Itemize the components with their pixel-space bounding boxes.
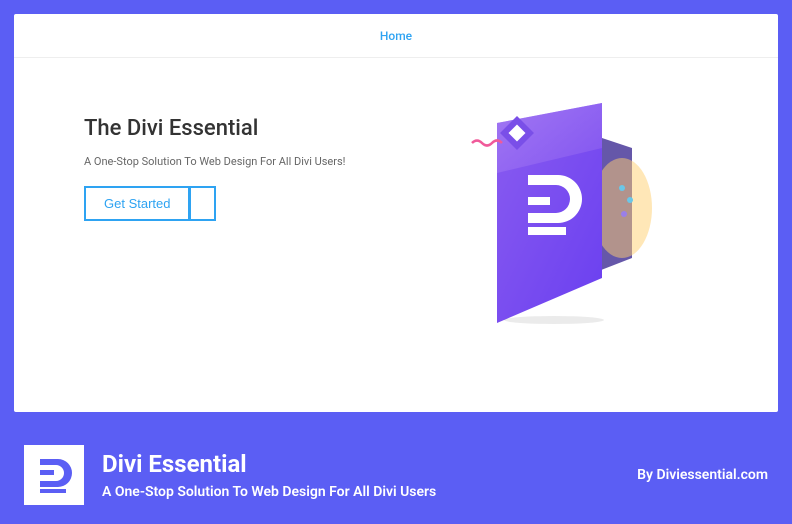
footer-subtitle: A One-Stop Solution To Web Design For Al… xyxy=(102,484,637,500)
content-area: The Divi Essential A One-Stop Solution T… xyxy=(14,58,778,328)
page-wrapper: Home The Divi Essential A One-Stop Solut… xyxy=(14,14,778,412)
hero-title: The Divi Essential xyxy=(84,116,376,141)
footer-title: Divi Essential xyxy=(102,450,637,478)
secondary-button[interactable] xyxy=(190,186,216,221)
product-illustration xyxy=(462,98,662,328)
button-row: Get Started xyxy=(84,186,376,221)
hero-subtitle: A One-Stop Solution To Web Design For Al… xyxy=(84,155,376,168)
nav-link-home[interactable]: Home xyxy=(380,29,412,43)
footer-bar: Divi Essential A One-Stop Solution To We… xyxy=(0,426,792,524)
logo-icon xyxy=(34,455,74,495)
hero-illustration-column xyxy=(416,98,708,328)
footer-logo xyxy=(24,445,84,505)
get-started-button[interactable]: Get Started xyxy=(84,186,190,221)
footer-byline: By Diviessential.com xyxy=(637,467,768,483)
nav-bar: Home xyxy=(14,14,778,58)
footer-text: Divi Essential A One-Stop Solution To We… xyxy=(102,450,637,500)
hero-text-column: The Divi Essential A One-Stop Solution T… xyxy=(84,98,376,328)
